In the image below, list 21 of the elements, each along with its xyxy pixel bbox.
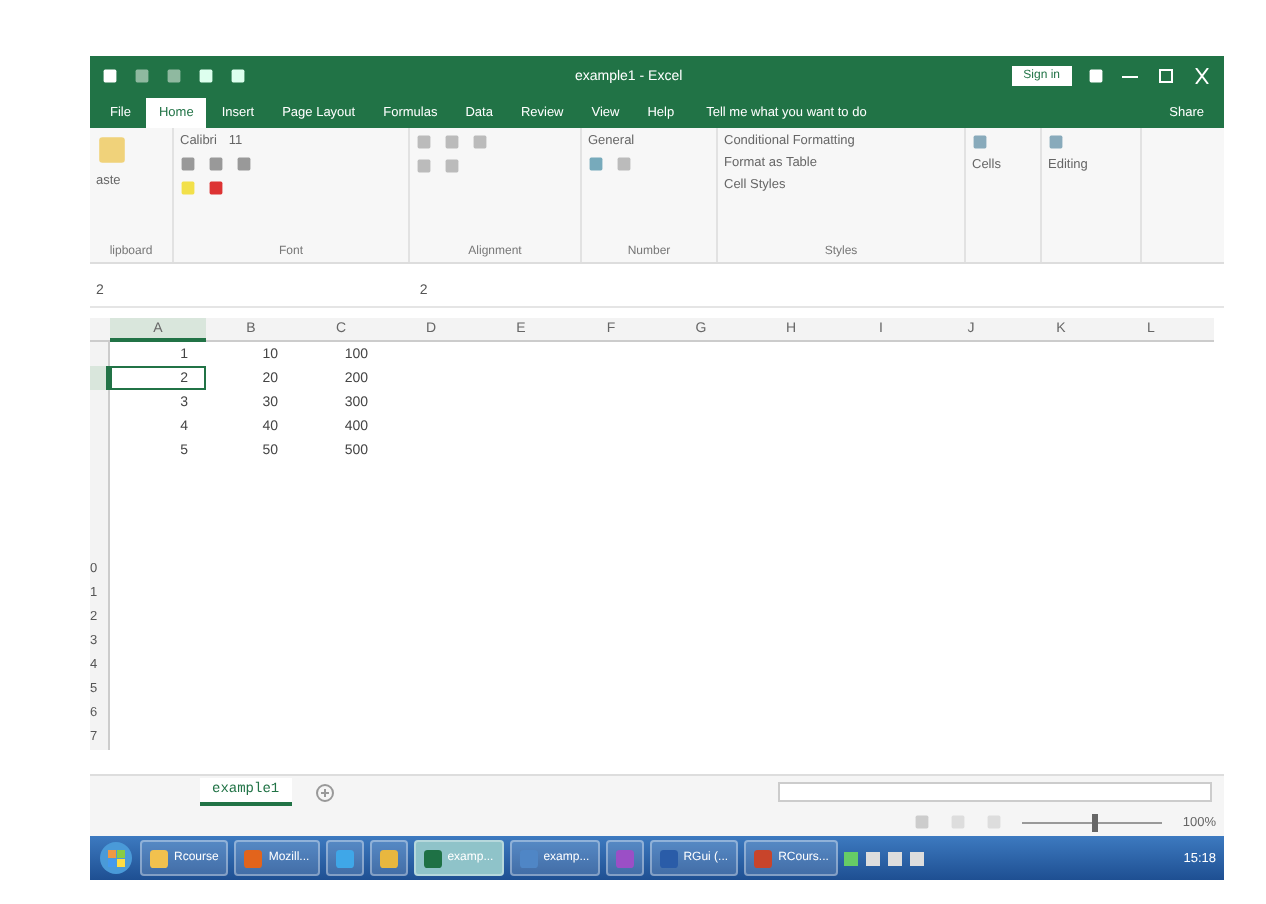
app-icon <box>659 849 678 867</box>
app-icon <box>423 849 442 867</box>
app-icon <box>519 849 538 867</box>
app-icon <box>244 849 263 867</box>
app-icon <box>615 849 634 867</box>
taskbar-button[interactable] <box>325 840 364 876</box>
row-header[interactable] <box>90 366 110 390</box>
horizontal-scrollbar[interactable] <box>778 782 1212 802</box>
app-icon <box>379 849 398 867</box>
restore-icon[interactable] <box>1156 68 1176 84</box>
taskbar-button[interactable] <box>605 840 644 876</box>
slider-thumb[interactable] <box>1092 813 1099 831</box>
close-icon[interactable] <box>1192 68 1212 84</box>
add-sheet-icon[interactable] <box>315 783 334 801</box>
taskbar-button[interactable] <box>369 840 408 876</box>
start-button[interactable] <box>98 840 134 876</box>
app-icon <box>335 849 354 867</box>
select-all-corner[interactable] <box>90 318 110 342</box>
app-icon <box>150 849 168 867</box>
scroll-up-button[interactable] <box>1196 318 1214 342</box>
app-icon <box>754 849 773 867</box>
